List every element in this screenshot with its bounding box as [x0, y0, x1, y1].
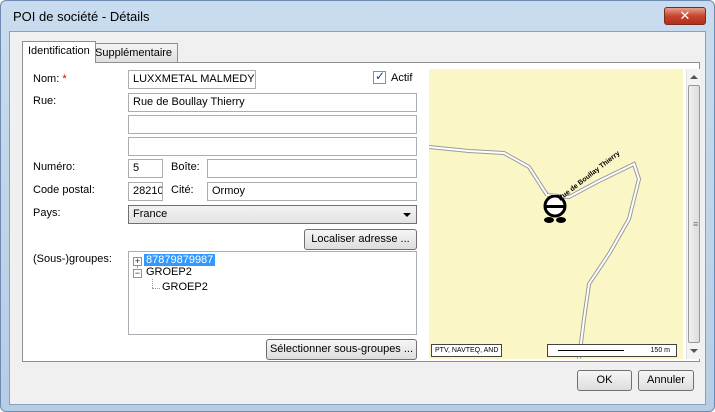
- country-value: France: [133, 208, 168, 220]
- title-bar[interactable]: POI de société - Détails ✕: [1, 1, 714, 31]
- collapse-icon[interactable]: −: [133, 269, 142, 278]
- map-view[interactable]: Rue de Boullay Thierry PTV, NAVTEQ, AND …: [429, 69, 683, 359]
- country-label: Pays:: [33, 207, 61, 219]
- dialog-window: POI de société - Détails ✕ Identificatio…: [0, 0, 715, 412]
- active-label: Actif: [391, 72, 413, 84]
- tree-connector: [152, 279, 153, 288]
- scale-bar: [558, 350, 624, 351]
- street2-field[interactable]: [128, 115, 417, 134]
- tree-node-87879879987[interactable]: 87879879987: [144, 254, 216, 266]
- tab-identification[interactable]: Identification: [22, 41, 96, 63]
- street-field[interactable]: Rue de Boullay Thierry: [128, 93, 417, 112]
- select-subgroups-button[interactable]: Sélectionner sous-groupes ...: [266, 339, 417, 360]
- grip-icon: ≡: [693, 219, 699, 229]
- window-title: POI de société - Détails: [13, 9, 150, 24]
- name-label: Nom: *: [33, 73, 67, 85]
- tree-node-groep2-child[interactable]: GROEP2: [162, 281, 208, 293]
- box-label: Boîte:: [171, 161, 200, 173]
- name-field[interactable]: LUXXMETAL MALMEDY: [128, 70, 256, 89]
- tab-supplementaire[interactable]: Supplémentaire: [89, 43, 179, 63]
- vertical-scrollbar[interactable]: ≡: [686, 69, 700, 359]
- active-checkbox[interactable]: ✓: [373, 69, 386, 84]
- checkmark-icon: ✓: [375, 69, 386, 83]
- locate-address-button[interactable]: Localiser adresse ...: [304, 229, 417, 250]
- street-label: Rue:: [33, 95, 57, 107]
- required-marker: *: [62, 73, 67, 85]
- street3-field[interactable]: [128, 137, 417, 156]
- identification-panel: Nom: * LUXXMETAL MALMEDY ✓ Actif Rue: Ru…: [22, 62, 700, 362]
- map-copyright: PTV, NAVTEQ, AND: [431, 344, 503, 357]
- box-field[interactable]: [207, 159, 417, 178]
- scroll-up-icon[interactable]: [690, 75, 698, 79]
- city-field[interactable]: Ormoy: [207, 182, 417, 201]
- city-label: Cité:: [171, 184, 194, 196]
- country-select[interactable]: France: [128, 205, 417, 224]
- cancel-button[interactable]: Annuler: [638, 370, 694, 391]
- postal-field[interactable]: 28210: [128, 182, 163, 201]
- groups-tree[interactable]: + 87879879987 − GROEP2 GROEP2: [128, 251, 417, 335]
- expand-icon[interactable]: +: [133, 257, 142, 266]
- tree-connector: [152, 288, 160, 289]
- number-label: Numéro:: [33, 161, 76, 173]
- chevron-down-icon: [403, 213, 411, 217]
- map-scale: 150 m: [547, 344, 677, 357]
- scale-label: 150 m: [650, 347, 670, 354]
- close-icon: ✕: [679, 8, 691, 23]
- close-button[interactable]: ✕: [664, 7, 706, 25]
- tree-node-groep2[interactable]: GROEP2: [146, 266, 192, 278]
- groups-label: (Sous-)groupes:: [33, 253, 112, 265]
- scroll-thumb[interactable]: ≡: [688, 85, 700, 343]
- postal-label: Code postal:: [33, 184, 95, 196]
- number-field[interactable]: 5: [128, 159, 163, 178]
- scroll-down-icon[interactable]: [690, 349, 698, 353]
- ok-button[interactable]: OK: [577, 370, 632, 391]
- dialog-client: Identification Supplémentaire Nom: * LUX…: [9, 31, 706, 405]
